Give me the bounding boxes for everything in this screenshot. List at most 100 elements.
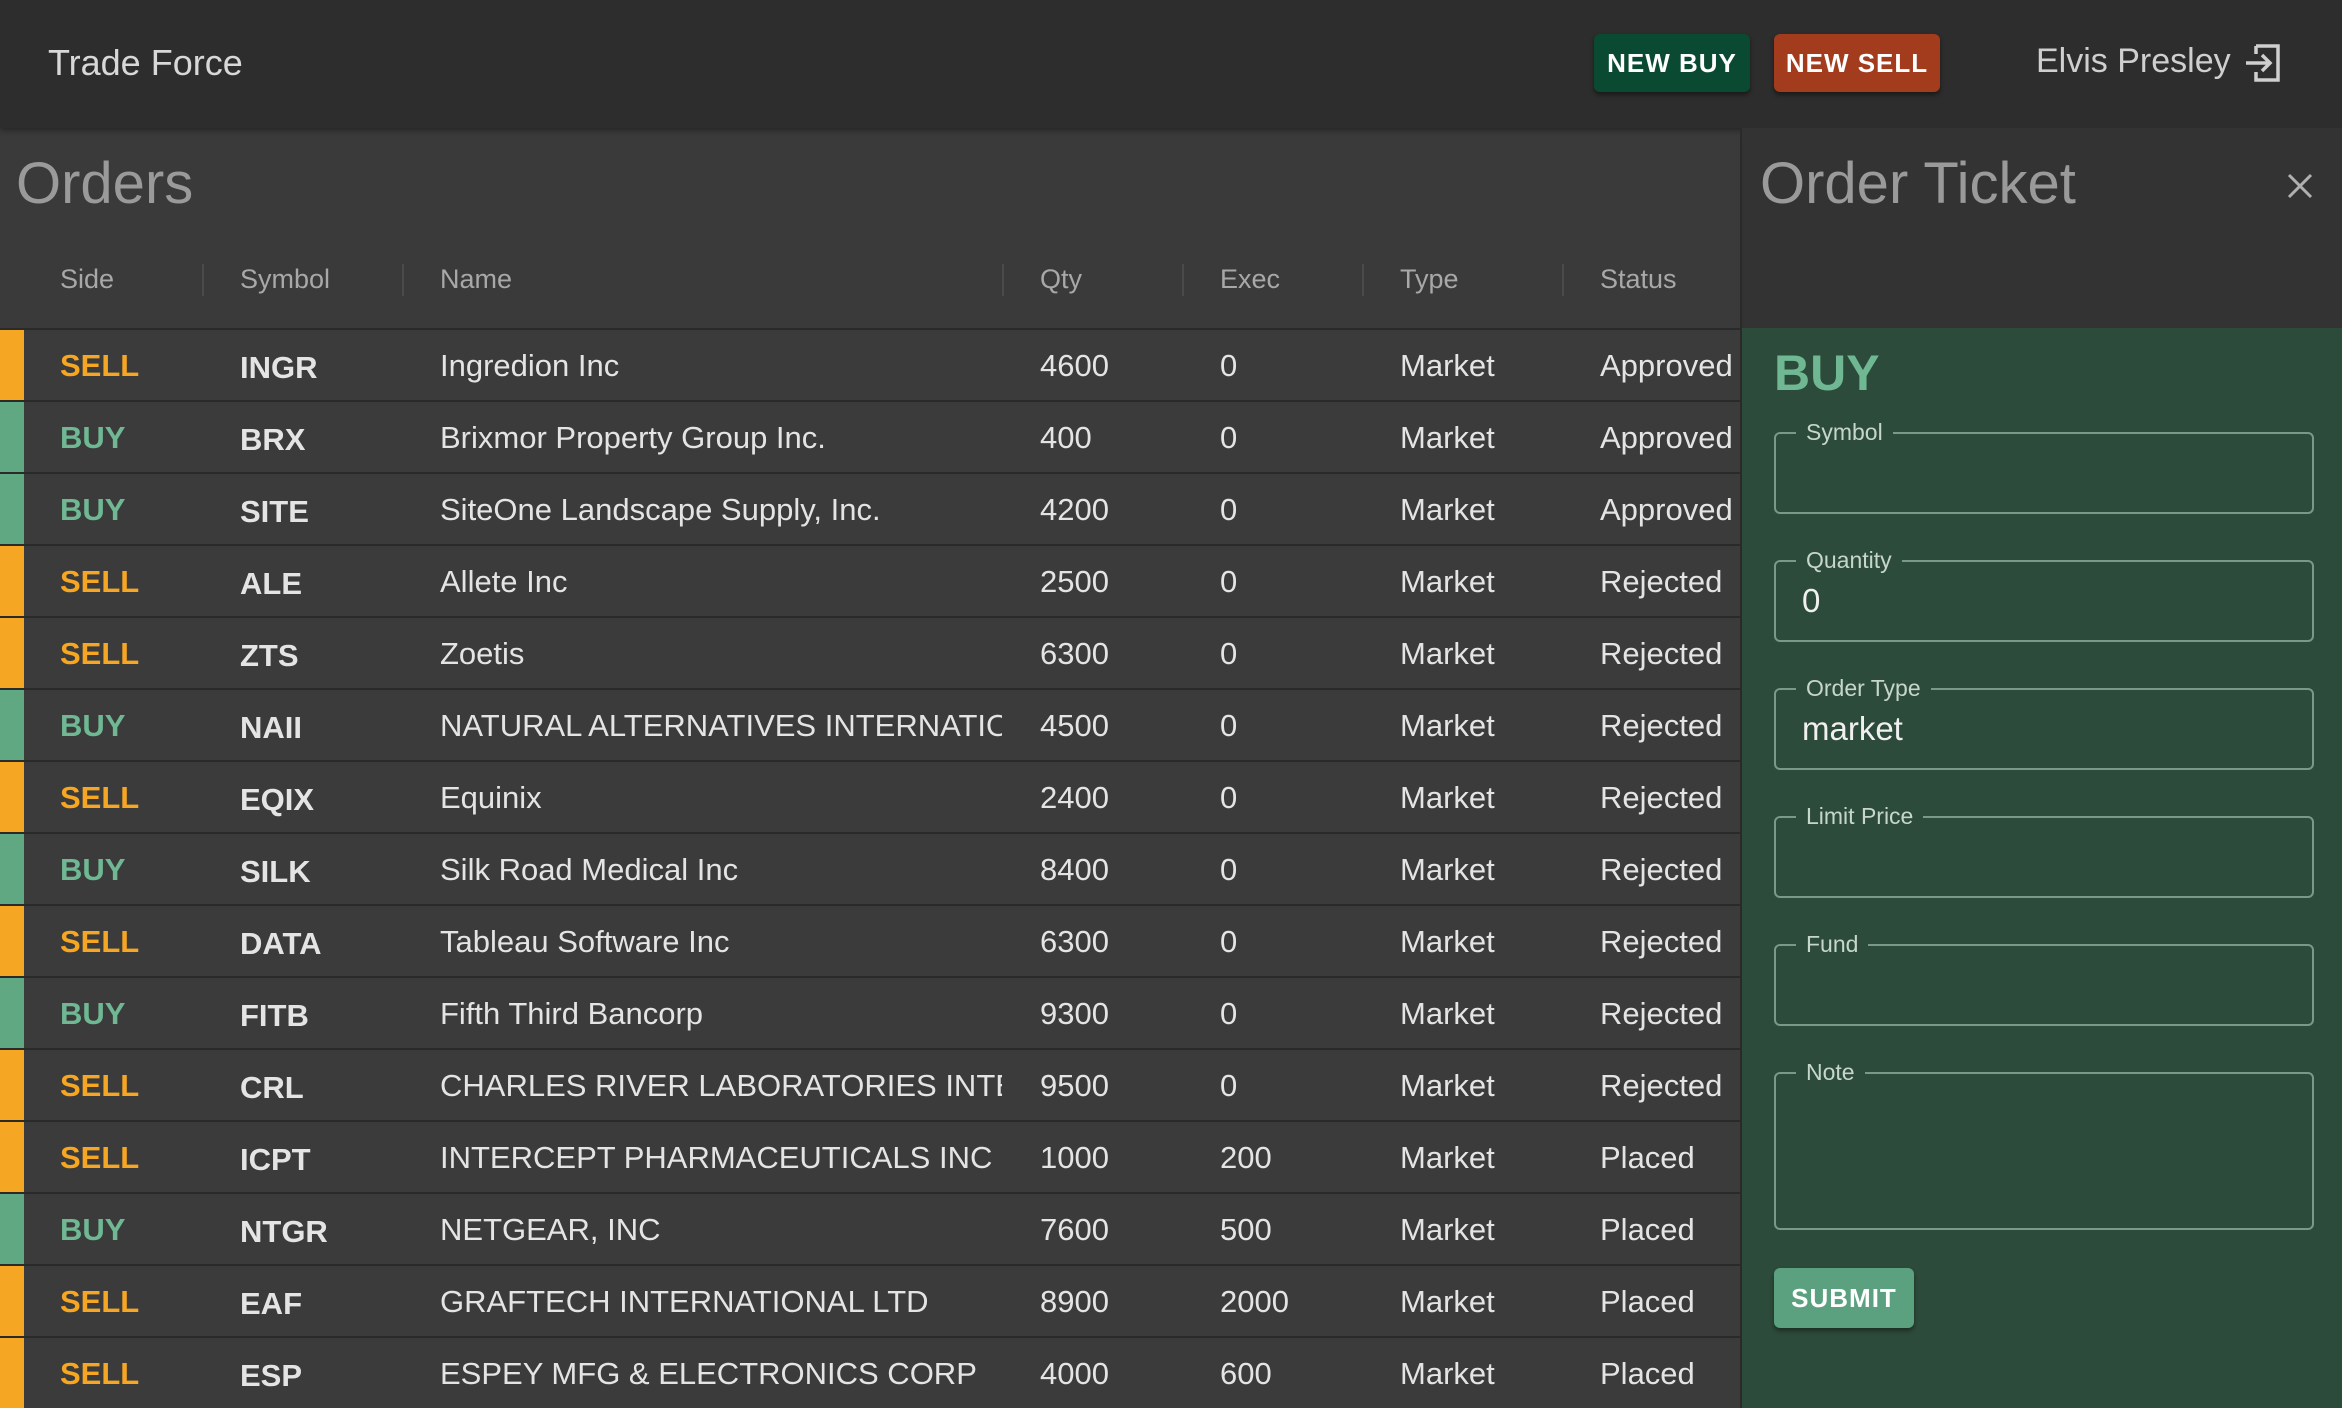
table-row[interactable]: SELL ICPT INTERCEPT PHARMACEUTICALS INC 100… [0, 1120, 1740, 1192]
qty-cell: 4200 [1040, 492, 1109, 527]
status-cell: Placed [1600, 1140, 1695, 1175]
symbol-cell: EQIX [240, 782, 315, 817]
name-cell: SiteOne Landscape Supply, Inc. [440, 492, 881, 527]
name-cell: Ingredion Inc [440, 348, 620, 383]
exec-cell: 0 [1220, 420, 1238, 455]
quantity-field-value[interactable]: 0 [1802, 582, 1820, 620]
table-row[interactable]: SELL CRL CHARLES RIVER LABORATORIES INTERN… [0, 1048, 1740, 1120]
exec-cell: 600 [1220, 1356, 1272, 1391]
table-row[interactable]: SELL EAF GRAFTECH INTERNATIONAL LTD 8900 200… [0, 1264, 1740, 1336]
user-name: Elvis Presley [2036, 42, 2231, 80]
limit-price-field[interactable]: Limit Price [1774, 803, 2314, 898]
column-header-type[interactable]: Type [1400, 264, 1459, 295]
orders-table: SELL INGR Ingredion Inc 4600 0 Market Approved… [0, 328, 1740, 1408]
side-cell: SELL [60, 348, 140, 383]
status-cell: Rejected [1600, 564, 1723, 599]
table-row[interactable]: SELL DATA Tableau Software Inc 6300 0 Market R… [0, 904, 1740, 976]
column-separator[interactable] [402, 264, 404, 296]
column-separator[interactable] [1002, 264, 1004, 296]
column-header-qty[interactable]: Qty [1040, 264, 1082, 295]
fund-field[interactable]: Fund [1774, 931, 2314, 1026]
symbol-field[interactable]: Symbol [1774, 419, 2314, 514]
order-type-field[interactable]: Order Type market [1774, 675, 2314, 770]
column-header-name[interactable]: Name [440, 264, 512, 295]
type-cell: Market [1400, 780, 1495, 815]
symbol-field-label: Symbol [1796, 419, 1893, 446]
symbol-cell: INGR [240, 350, 318, 385]
status-cell: Placed [1600, 1356, 1695, 1391]
table-row[interactable]: SELL ZTS Zoetis 6300 0 Market Rejected [0, 616, 1740, 688]
table-row[interactable]: SELL ALE Allete Inc 2500 0 Market Rejected [0, 544, 1740, 616]
side-cell: BUY [60, 420, 126, 455]
type-cell: Market [1400, 420, 1495, 455]
new-buy-button[interactable]: NEW BUY [1594, 34, 1750, 92]
sell-side-indicator [0, 330, 24, 400]
table-row[interactable]: BUY NAII NATURAL ALTERNATIVES INTERNATIONA… [0, 688, 1740, 760]
sell-side-indicator [0, 762, 24, 832]
side-cell: BUY [60, 852, 126, 887]
sell-side-indicator [0, 1338, 24, 1408]
column-separator[interactable] [1562, 264, 1564, 296]
symbol-cell: SILK [240, 854, 311, 889]
exec-cell: 0 [1220, 1068, 1238, 1103]
symbol-cell: ZTS [240, 638, 299, 673]
type-cell: Market [1400, 852, 1495, 887]
type-cell: Market [1400, 924, 1495, 959]
exec-cell: 500 [1220, 1212, 1272, 1247]
side-cell: BUY [60, 492, 126, 527]
qty-cell: 4000 [1040, 1356, 1109, 1391]
table-row[interactable]: BUY BRX Brixmor Property Group Inc. 400 0 Mar… [0, 400, 1740, 472]
type-cell: Market [1400, 1212, 1495, 1247]
table-row[interactable]: BUY NTGR NETGEAR, INC 7600 500 Market Placed [0, 1192, 1740, 1264]
qty-cell: 7600 [1040, 1212, 1109, 1247]
table-row[interactable]: SELL INGR Ingredion Inc 4600 0 Market Approved [0, 328, 1740, 400]
status-cell: Placed [1600, 1284, 1695, 1319]
name-cell: Tableau Software Inc [440, 924, 730, 959]
status-cell: Rejected [1600, 924, 1723, 959]
column-header-exec[interactable]: Exec [1220, 264, 1280, 295]
name-cell: Allete Inc [440, 564, 568, 599]
type-cell: Market [1400, 636, 1495, 671]
status-cell: Approved [1600, 348, 1733, 383]
table-row[interactable]: SELL ESP ESPEY MFG & ELECTRONICS CORP 4000 6… [0, 1336, 1740, 1408]
type-cell: Market [1400, 492, 1495, 527]
sell-side-indicator [0, 618, 24, 688]
table-row[interactable]: BUY SITE SiteOne Landscape Supply, Inc. 420… [0, 472, 1740, 544]
qty-cell: 8400 [1040, 852, 1109, 887]
column-header-symbol[interactable]: Symbol [240, 264, 330, 295]
logout-icon[interactable] [2240, 40, 2286, 86]
table-row[interactable]: BUY SILK Silk Road Medical Inc 8400 0 Market R… [0, 832, 1740, 904]
table-row[interactable]: SELL EQIX Equinix 2400 0 Market Rejected [0, 760, 1740, 832]
column-header-side[interactable]: Side [60, 264, 114, 295]
type-cell: Market [1400, 1284, 1495, 1319]
column-separator[interactable] [1182, 264, 1184, 296]
name-cell: INTERCEPT PHARMACEUTICALS INC [440, 1140, 993, 1175]
side-cell: SELL [60, 1284, 140, 1319]
close-icon[interactable] [2284, 170, 2316, 202]
sell-side-indicator [0, 1050, 24, 1120]
submit-button[interactable]: SUBMIT [1774, 1268, 1914, 1328]
sell-side-indicator [0, 546, 24, 616]
note-field-label: Note [1796, 1059, 1865, 1086]
qty-cell: 6300 [1040, 636, 1109, 671]
column-separator[interactable] [1362, 264, 1364, 296]
order-type-field-value[interactable]: market [1802, 710, 1903, 748]
column-separator[interactable] [202, 264, 204, 296]
qty-cell: 2400 [1040, 780, 1109, 815]
type-cell: Market [1400, 1356, 1495, 1391]
quantity-field[interactable]: Quantity 0 [1774, 547, 2314, 642]
note-field[interactable]: Note [1774, 1059, 2314, 1230]
status-cell: Placed [1600, 1212, 1695, 1247]
exec-cell: 0 [1220, 996, 1238, 1031]
table-row[interactable]: BUY FITB Fifth Third Bancorp 9300 0 Market Rej… [0, 976, 1740, 1048]
column-header-status[interactable]: Status [1600, 264, 1677, 295]
orders-title: Orders [16, 151, 194, 216]
symbol-cell: SITE [240, 494, 309, 529]
status-cell: Rejected [1600, 996, 1723, 1031]
side-cell: SELL [60, 564, 140, 599]
status-cell: Rejected [1600, 780, 1723, 815]
name-cell: Fifth Third Bancorp [440, 996, 704, 1031]
buy-side-indicator [0, 690, 24, 760]
new-sell-button[interactable]: NEW SELL [1774, 34, 1940, 92]
exec-cell: 0 [1220, 492, 1238, 527]
